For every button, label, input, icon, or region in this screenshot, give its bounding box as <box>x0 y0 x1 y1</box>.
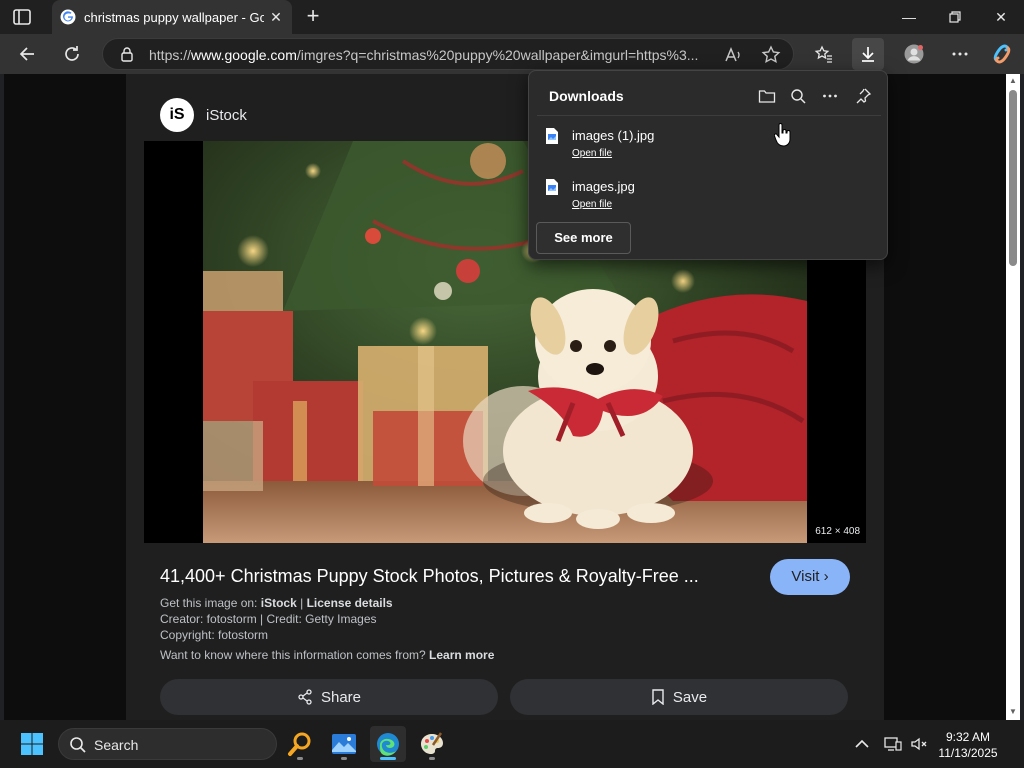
save-button[interactable]: Save <box>510 679 848 715</box>
source-name[interactable]: iStock <box>206 107 247 124</box>
info-line: Want to know where this information come… <box>160 648 494 662</box>
system-clock[interactable]: 9:32 AM 11/13/2025 <box>928 729 1008 761</box>
get-image-source-link[interactable]: iStock <box>261 596 297 610</box>
copyright-line: Copyright: fotostorm <box>160 628 269 642</box>
visit-button[interactable]: Visit › <box>770 559 850 595</box>
refresh-icon[interactable] <box>58 40 86 68</box>
paint-app-icon <box>421 732 443 754</box>
visit-label: Visit <box>791 568 820 585</box>
open-file-link[interactable]: Open file <box>572 199 612 210</box>
image-file-icon <box>546 179 558 195</box>
tab-title: christmas puppy wallpaper - Goo <box>84 10 264 25</box>
read-aloud-icon[interactable] <box>723 45 743 65</box>
downloads-flyout: Downloads images (1).jpg Open file image… <box>528 70 888 260</box>
network-icon[interactable] <box>883 734 903 754</box>
license-details-link[interactable]: License details <box>307 596 393 610</box>
taskbar-app-search-tool[interactable] <box>282 726 318 762</box>
share-button[interactable]: Share <box>160 679 498 715</box>
open-folder-icon[interactable] <box>755 84 779 108</box>
address-bar[interactable]: https://www.google.com/imgres?q=christma… <box>102 38 794 70</box>
add-favorite-icon[interactable] <box>761 45 781 65</box>
image-file-icon <box>546 128 558 144</box>
open-file-link[interactable]: Open file <box>572 148 612 159</box>
minimize-icon[interactable]: — <box>897 5 921 29</box>
taskbar: Search 9:32 AM 11/13/2025 <box>0 720 1024 768</box>
scroll-up-arrow-icon[interactable]: ▲ <box>1009 76 1017 85</box>
running-indicator <box>297 757 303 760</box>
search-downloads-icon[interactable] <box>786 84 810 108</box>
taskbar-app-paint[interactable] <box>414 726 450 762</box>
scroll-thumb[interactable] <box>1009 90 1017 266</box>
volume-muted-icon[interactable] <box>909 734 929 754</box>
new-tab-icon[interactable]: + <box>302 5 324 28</box>
back-icon[interactable] <box>14 40 42 68</box>
photos-app-icon <box>332 734 356 754</box>
edge-browser-icon <box>377 733 399 756</box>
istock-logo: iS <box>160 98 194 132</box>
running-indicator <box>429 757 435 760</box>
share-label: Share <box>320 688 362 706</box>
share-icon <box>298 689 312 705</box>
clock-date: 11/13/2025 <box>938 746 998 760</box>
magnifier-app-icon <box>288 732 311 756</box>
active-app-indicator <box>380 757 396 760</box>
browser-toolbar: https://www.google.com/imgres?q=christma… <box>0 34 1024 74</box>
downloads-more-icon[interactable] <box>818 84 842 108</box>
result-title[interactable]: 41,400+ Christmas Puppy Stock Photos, Pi… <box>160 566 720 587</box>
taskbar-search-box[interactable]: Search <box>58 728 277 760</box>
url-text[interactable]: https://www.google.com/imgres?q=christma… <box>149 47 709 63</box>
tab-active[interactable]: christmas puppy wallpaper - Goo ✕ <box>52 0 292 34</box>
restore-icon[interactable] <box>943 5 967 29</box>
pin-icon[interactable] <box>851 84 875 108</box>
running-indicator <box>341 757 347 760</box>
downloads-title: Downloads <box>549 88 624 104</box>
title-bar: christmas puppy wallpaper - Goo ✕ + — ✕ <box>0 0 1024 34</box>
lock-icon[interactable] <box>119 46 135 62</box>
see-more-button[interactable]: See more <box>536 222 631 254</box>
copilot-icon[interactable] <box>988 40 1016 68</box>
clock-time: 9:32 AM <box>945 730 991 744</box>
windows-start-icon[interactable] <box>20 732 44 756</box>
more-options-icon[interactable] <box>946 40 974 68</box>
hand-cursor-icon <box>774 123 791 147</box>
chevron-right-icon: › <box>823 568 829 585</box>
download-file-name[interactable]: images.jpg <box>572 179 635 194</box>
taskbar-app-edge[interactable] <box>370 726 406 762</box>
divider <box>537 115 881 116</box>
workspaces-icon[interactable] <box>12 8 32 26</box>
download-file-name[interactable]: images (1).jpg <box>572 128 654 143</box>
get-image-line: Get this image on: iStock | License deta… <box>160 596 393 610</box>
downloads-icon[interactable] <box>852 38 884 70</box>
save-label: Save <box>672 688 708 706</box>
learn-more-link[interactable]: Learn more <box>429 648 494 662</box>
favorites-icon[interactable] <box>810 40 838 68</box>
get-image-prefix: Get this image on: <box>160 596 258 610</box>
image-dimensions: 612 × 408 <box>815 526 860 537</box>
profile-avatar[interactable] <box>900 40 928 68</box>
search-icon <box>70 737 86 753</box>
separator: | <box>300 596 304 610</box>
download-item[interactable]: images.jpg Open file <box>545 176 845 220</box>
google-icon <box>60 9 76 25</box>
taskbar-search-label: Search <box>94 737 139 753</box>
bookmark-icon <box>652 689 664 705</box>
creator-line: Creator: fotostorm | Credit: Getty Image… <box>160 612 377 626</box>
show-hidden-icons-chevron-icon[interactable] <box>852 734 872 754</box>
close-tab-icon[interactable]: ✕ <box>268 9 284 25</box>
scroll-down-arrow-icon[interactable]: ▼ <box>1009 707 1017 716</box>
info-question: Want to know where this information come… <box>160 648 426 662</box>
page-scrollbar[interactable]: ▲ ▼ <box>1006 74 1020 720</box>
download-item[interactable]: images (1).jpg Open file <box>545 125 845 169</box>
close-window-icon[interactable]: ✕ <box>989 5 1013 29</box>
taskbar-app-photos[interactable] <box>326 726 362 762</box>
